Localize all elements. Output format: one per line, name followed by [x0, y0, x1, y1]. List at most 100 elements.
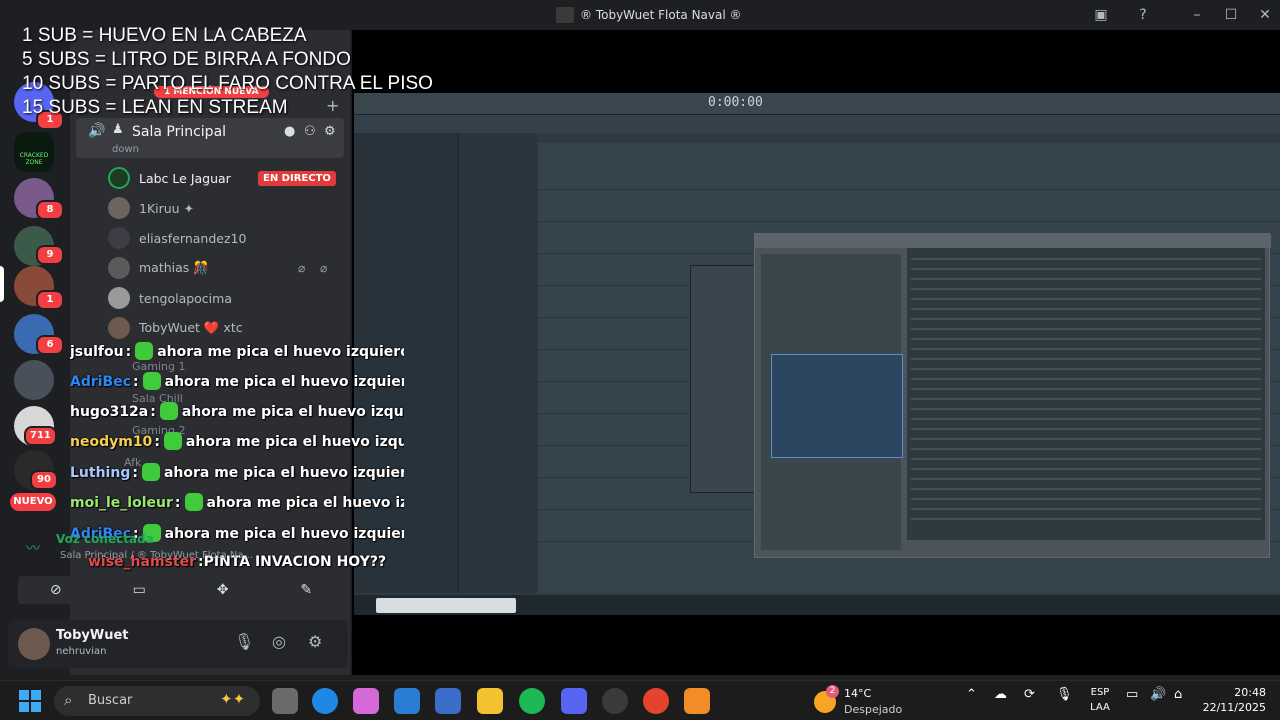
language-indicator[interactable]: ESP LAA	[1086, 685, 1114, 715]
emote-icon	[142, 372, 161, 390]
emote-icon	[141, 463, 160, 481]
server-badge: 8	[36, 200, 64, 220]
sync-icon[interactable]: ⟳	[1024, 687, 1035, 702]
live-badge: EN DIRECTO	[258, 171, 336, 186]
daw-toolbar-secondary	[354, 115, 1280, 133]
minimize-button[interactable]: –	[1186, 5, 1208, 25]
overlay-line: 5 SUBS = LITRO DE BIRRA A FONDO	[22, 49, 351, 70]
member-name: 1Kiruu ✦	[139, 200, 195, 216]
headphones-icon[interactable]: ◎	[272, 632, 286, 651]
chat-user: neodym10	[70, 434, 153, 450]
daw-screen: 0:00:00	[354, 93, 1280, 615]
server-cracked-zone[interactable]: CRACKED ZONE	[14, 132, 54, 172]
edge-icon[interactable]	[312, 688, 338, 714]
screen: ® TobyWuet Flota Naval ® ▣ ? – ☐ ✕ 1 CRA…	[0, 0, 1280, 720]
avatar	[108, 317, 130, 339]
language-code: ESP	[1090, 687, 1110, 698]
user-settings-icon[interactable]: ⚙	[308, 632, 322, 651]
server-badge: 90	[30, 470, 58, 490]
track-line	[538, 221, 1280, 222]
server-icon	[556, 7, 574, 23]
chat-text: ahora me pica el huevo izquierdo	[163, 465, 404, 481]
signal-icon: 〰	[26, 541, 40, 557]
chat-text: ahora me pica el huevo izquierd	[185, 434, 404, 450]
voice-member[interactable]: mathias 🎊 ⌀ ⌀	[108, 254, 344, 282]
screen-share-icon[interactable]: ▭	[101, 576, 177, 604]
volume-icon[interactable]: 🔊	[1150, 687, 1166, 702]
track-line	[538, 189, 1280, 190]
fl-studio-icon[interactable]	[684, 688, 710, 714]
overlay-line: 10 SUBS = PARTO EL FARO CONTRA EL PISO	[22, 73, 433, 94]
avatar	[108, 197, 130, 219]
user-tag: nehruvian	[56, 646, 107, 657]
selected-server-indicator	[0, 266, 4, 302]
invite-icon[interactable]: ⚇	[304, 124, 316, 139]
help-icon[interactable]: ?	[1132, 5, 1154, 25]
mic-tray-icon[interactable]: 🎙	[1056, 687, 1073, 702]
file-explorer-icon[interactable]	[477, 688, 503, 714]
inbox-icon[interactable]: ▣	[1090, 5, 1112, 25]
microphone-icon[interactable]: 🎙	[234, 632, 254, 651]
daw-mixer	[690, 265, 760, 493]
copilot-icon[interactable]	[353, 688, 379, 714]
task-view-icon[interactable]	[272, 688, 298, 714]
voice-member[interactable]: TobyWuet ❤️ xtc	[108, 314, 344, 342]
window-title-text: ® TobyWuet Flota Naval ®	[580, 8, 742, 22]
dialog-selection	[771, 354, 903, 458]
avatar	[108, 287, 130, 309]
avatar[interactable]	[18, 628, 50, 660]
tray-chevron-icon[interactable]: ⌃	[966, 687, 977, 702]
tray-app-icon[interactable]: ☁	[994, 687, 1007, 702]
voice-channel-name: Sala Principal	[132, 124, 227, 140]
discord-icon[interactable]	[561, 688, 587, 714]
activities-icon[interactable]: ✥	[185, 576, 261, 604]
clock[interactable]: 20:48 22/11/2025	[1200, 685, 1266, 715]
outlook-icon[interactable]	[394, 688, 420, 714]
chrome-icon[interactable]	[643, 688, 669, 714]
server-7[interactable]	[14, 360, 54, 400]
voice-channel-sala-principal[interactable]: 🔊 ♟ Sala Principal down ● ⚇ ⚙	[76, 118, 344, 158]
windows-start-icon[interactable]	[19, 690, 41, 712]
battery-icon[interactable]: ⌂	[1174, 687, 1182, 702]
voice-channel-status: down	[112, 144, 139, 155]
avatar	[108, 167, 130, 189]
voice-status: Voz conectada	[56, 532, 154, 546]
chat-user: AdriBec	[70, 374, 132, 390]
emote-icon	[159, 402, 178, 420]
emote-icon	[135, 342, 154, 360]
chat-message: moi_le_loleur:ahora me pica el huevo izq…	[70, 493, 404, 517]
chat-message: neodym10:ahora me pica el huevo izquierd	[70, 432, 404, 456]
avatar	[108, 257, 130, 279]
soundboard-icon[interactable]: ✎	[268, 576, 344, 604]
speaker-icon: 🔊	[88, 123, 106, 139]
weather-temp: 14°C	[844, 687, 872, 700]
daw-plugin-manager	[754, 233, 1271, 558]
user-panel: TobyWuet nehruvian 🎙 ◎ ⚙	[8, 620, 348, 668]
streamed-taskbar	[354, 595, 1280, 615]
voice-member[interactable]: tengolapocima	[108, 284, 344, 312]
chat-icon[interactable]: ●	[284, 124, 295, 139]
spotify-icon[interactable]	[519, 688, 545, 714]
obs-icon[interactable]	[602, 688, 628, 714]
voice-connection-panel: 〰 Voz conectada Sala Principal / ® TobyW…	[26, 528, 346, 568]
voice-member[interactable]: 1Kiruu ✦	[108, 194, 344, 222]
taskbar-search[interactable]: ⌕ Buscar ✦✦	[54, 686, 260, 716]
chat-user: Luthing	[70, 465, 131, 481]
overlay-line: 15 SUBS = LEAN EN STREAM	[22, 97, 288, 118]
member-name: mathias 🎊	[139, 260, 209, 275]
member-name: tengolapocima	[139, 290, 232, 306]
close-button[interactable]: ✕	[1254, 5, 1276, 25]
voice-member[interactable]: eliasfernandez10	[108, 224, 344, 252]
store-icon[interactable]	[435, 688, 461, 714]
settings-icon[interactable]: ⚙	[324, 124, 336, 139]
daw-toolbar: 0:00:00	[354, 93, 1280, 115]
network-icon[interactable]: ▭	[1126, 687, 1138, 702]
search-placeholder: Buscar	[88, 693, 133, 708]
chat-text: ahora me pica el huevo izqui	[206, 495, 405, 511]
lock-icon: ♟	[112, 122, 124, 137]
chat-user: hugo312a	[70, 404, 149, 420]
camera-off-icon[interactable]: ⊘	[18, 576, 94, 604]
member-name: eliasfernandez10	[139, 230, 247, 246]
voice-location: Sala Principal / ® TobyWuet Flota Na...	[60, 550, 254, 561]
maximize-button[interactable]: ☐	[1220, 5, 1242, 25]
